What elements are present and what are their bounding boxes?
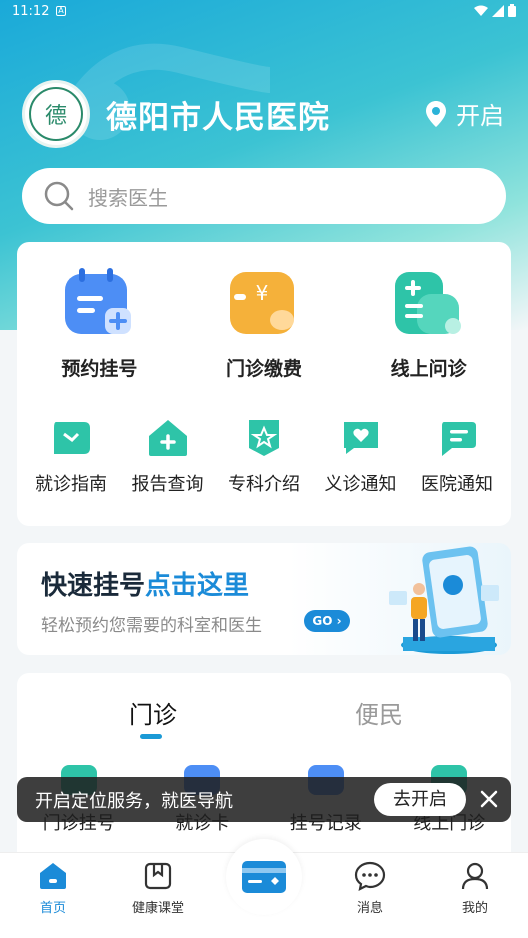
service-label: 预约挂号 — [61, 358, 138, 380]
search-icon — [44, 181, 74, 211]
hospital-name: 德阳市人民医院 — [106, 100, 330, 136]
service-label: 医院通知 — [421, 474, 493, 495]
service-label: 门诊缴费 — [225, 358, 302, 380]
service-label: 专科介绍 — [228, 474, 300, 495]
app-header: 德 德阳市人民医院 开启 — [0, 76, 528, 148]
service-report[interactable]: 报告查询 — [120, 418, 216, 496]
nav-health-class[interactable]: 健康课堂 — [118, 861, 198, 916]
tab-indicator — [140, 734, 162, 739]
services-card: 预约挂号 ¥ 门诊缴费 线上问诊 就诊指南 报告查询 专科介绍 义诊通知 医院通… — [17, 242, 511, 526]
sub-services: 就诊指南 报告查询 专科介绍 义诊通知 医院通知 — [17, 418, 511, 496]
nav-label: 我的 — [461, 901, 488, 916]
wifi-icon — [474, 5, 488, 16]
nav-profile[interactable]: 我的 — [435, 861, 515, 916]
go-label: GO — [312, 614, 333, 628]
nav-messages[interactable]: 消息 — [330, 861, 410, 916]
service-label: 报告查询 — [131, 474, 204, 495]
status-icons — [474, 4, 516, 17]
bottom-nav: 首页 健康课堂 消息 我的 — [0, 839, 528, 938]
heart-chat-icon — [343, 422, 378, 454]
calendar-icon — [65, 268, 132, 334]
home-icon — [40, 863, 66, 889]
specialty-icon — [249, 420, 279, 456]
medical-icon — [394, 272, 461, 334]
user-icon — [461, 862, 489, 890]
banner-title: 快速挂号点击这里 — [41, 565, 249, 602]
search-bar[interactable]: 搜索医生 — [22, 168, 506, 224]
signal-icon — [492, 4, 504, 17]
nav-label: 消息 — [356, 901, 383, 916]
nav-home[interactable]: 首页 — [13, 861, 93, 916]
location-label: 开启 — [456, 102, 504, 130]
service-online-consult[interactable]: 线上问诊 — [359, 264, 499, 381]
toast-message: 开启定位服务，就医导航 — [35, 790, 233, 812]
service-guide[interactable]: 就诊指南 — [23, 418, 119, 496]
location-toast: 开启定位服务，就医导航 去开启 — [17, 777, 511, 822]
location-pin-icon — [426, 100, 446, 127]
quick-register-banner[interactable]: 快速挂号点击这里 轻松预约您需要的科室和医生 GO › — [17, 543, 511, 655]
status-time: 11:12 — [12, 4, 50, 19]
banner-subtitle: 轻松预约您需要的科室和医生 — [41, 616, 262, 636]
doctor-illustration — [389, 546, 499, 654]
enable-location-button[interactable]: 去开启 — [374, 783, 466, 816]
go-button[interactable]: GO › — [304, 610, 350, 632]
nav-card-button[interactable] — [226, 839, 302, 915]
close-icon[interactable] — [479, 789, 499, 809]
logo-emblem: 德 — [29, 87, 83, 141]
banner-title-highlight: 点击这里 — [145, 571, 250, 601]
service-free-clinic[interactable]: 义诊通知 — [313, 418, 409, 496]
hospital-logo: 德 — [22, 80, 90, 148]
wallet-icon: ¥ — [229, 272, 294, 334]
service-appointment[interactable]: 预约挂号 — [29, 264, 169, 381]
guide-icon — [54, 422, 90, 454]
tab-convenience[interactable]: 便民 — [355, 695, 403, 730]
status-bar: 11:12 A — [0, 0, 528, 24]
service-label: 就诊指南 — [35, 474, 107, 495]
search-placeholder: 搜索医生 — [88, 185, 168, 210]
svg-text:¥: ¥ — [256, 281, 269, 305]
service-specialty[interactable]: 专科介绍 — [216, 418, 312, 496]
book-icon — [144, 862, 172, 890]
nav-label: 健康课堂 — [131, 901, 184, 916]
notice-icon — [442, 422, 476, 456]
service-hospital-notice[interactable]: 医院通知 — [409, 418, 505, 496]
report-icon — [148, 420, 187, 456]
service-payment[interactable]: ¥ 门诊缴费 — [194, 264, 334, 381]
service-label: 线上问诊 — [390, 358, 467, 380]
message-icon — [354, 861, 386, 891]
nav-label: 首页 — [39, 901, 66, 916]
banner-title-main: 快速挂号 — [41, 571, 146, 601]
battery-icon — [508, 4, 516, 17]
location-button[interactable]: 开启 — [426, 96, 504, 131]
notification-icon: A — [56, 6, 66, 16]
service-label: 义诊通知 — [324, 474, 397, 495]
card-icon — [242, 861, 286, 893]
tab-outpatient[interactable]: 门诊 — [129, 695, 177, 730]
main-services: 预约挂号 ¥ 门诊缴费 线上问诊 — [17, 264, 511, 381]
